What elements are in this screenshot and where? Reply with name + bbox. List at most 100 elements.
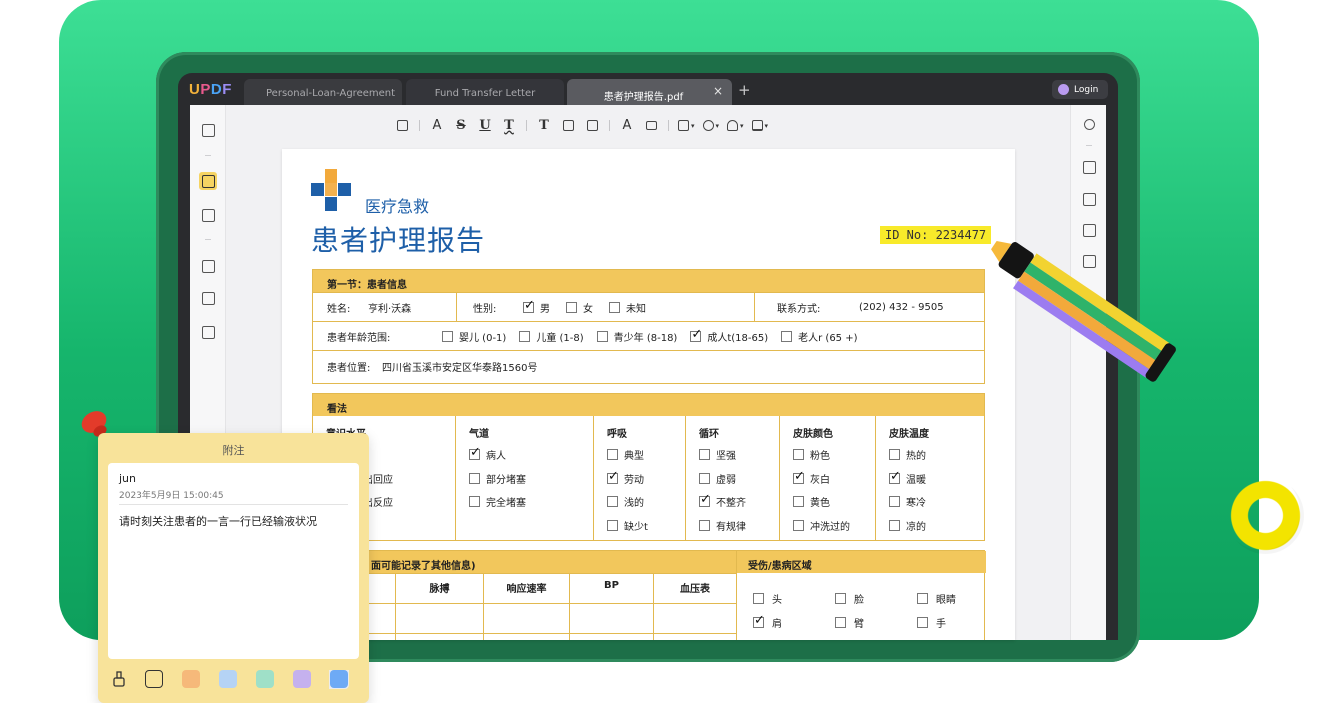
checkbox-option[interactable]: 凉的	[889, 518, 926, 533]
checkbox[interactable]	[699, 449, 710, 460]
checkbox-option[interactable]: 完全堵塞	[469, 494, 526, 509]
checkbox-option[interactable]: 肩	[753, 613, 782, 630]
text-callout-icon[interactable]	[580, 114, 604, 136]
brush-icon[interactable]	[112, 671, 126, 687]
reader-mode-icon[interactable]	[199, 121, 217, 139]
checkbox-option[interactable]: 婴儿 (0-1)	[442, 329, 506, 344]
checkbox-option[interactable]: 有规律	[699, 518, 746, 533]
checkbox[interactable]	[793, 519, 804, 531]
checkbox[interactable]	[469, 472, 480, 484]
tab-personal-loan[interactable]: Personal-Loan-Agreement	[244, 79, 402, 106]
checkbox-option[interactable]: 粉色	[793, 447, 830, 462]
swatch-orange[interactable]	[182, 670, 200, 688]
swatch-blue[interactable]	[330, 670, 348, 688]
strikethrough-icon[interactable]: S	[449, 114, 473, 136]
squiggly-icon[interactable]: T	[497, 114, 521, 136]
checkbox-option[interactable]: 儿童 (1-8)	[519, 329, 584, 344]
comment-mode-icon[interactable]	[199, 172, 217, 190]
checkbox-option[interactable]: 缺少t	[607, 518, 648, 533]
sticky-note[interactable]: 附注 jun 2023年5月9日 15:00:45 请时刻关注患者的一言一行已经…	[98, 433, 369, 703]
checkbox[interactable]	[523, 298, 535, 313]
checkbox[interactable]	[699, 492, 711, 507]
checkbox-option[interactable]: 坚强	[699, 447, 736, 462]
checkbox-option[interactable]: 热的	[889, 447, 926, 462]
checkbox-option[interactable]: 寒冷	[889, 494, 926, 509]
note-body[interactable]: jun 2023年5月9日 15:00:45 请时刻关注患者的一言一行已经输液状…	[108, 463, 359, 689]
checkbox[interactable]	[699, 472, 710, 484]
checkbox[interactable]	[607, 449, 618, 460]
checkbox-option[interactable]: 臂	[835, 615, 864, 630]
checkbox-option[interactable]: 成人t(18-65)	[690, 327, 768, 344]
textbox-icon[interactable]	[556, 114, 580, 136]
search-icon[interactable]	[1080, 115, 1098, 133]
swatch-mint[interactable]	[256, 670, 274, 688]
checkbox[interactable]	[753, 613, 765, 628]
checkbox-option[interactable]: 脸	[835, 591, 864, 606]
checkbox-option[interactable]: 灰白	[793, 469, 830, 486]
swatch-blue-light[interactable]	[219, 670, 237, 688]
checkbox-option[interactable]: 头	[753, 591, 782, 606]
highlight-icon[interactable]: A	[425, 114, 449, 136]
checkbox-option[interactable]: 病人	[469, 445, 506, 462]
checkbox-option[interactable]: 典型	[607, 447, 644, 462]
checkbox-option[interactable]: 老人r (65 +)	[781, 329, 858, 344]
checkbox-option[interactable]: 未知	[609, 300, 646, 315]
checkbox[interactable]	[917, 593, 928, 604]
shape-icon[interactable]: ▾	[674, 114, 699, 136]
checkbox[interactable]	[781, 330, 793, 342]
name-value[interactable]: 亨利·沃森	[368, 293, 411, 321]
checkbox-option[interactable]: 不整齐	[699, 492, 746, 509]
organize-pages-icon[interactable]	[199, 257, 217, 275]
pdfa-icon[interactable]	[1080, 190, 1098, 208]
note-text[interactable]: 请时刻关注患者的一言一行已经输液状况	[119, 513, 317, 529]
checkbox[interactable]	[753, 593, 764, 604]
checkbox[interactable]	[889, 469, 901, 484]
edit-pdf-icon[interactable]	[199, 206, 217, 224]
close-tab-icon[interactable]: ×	[713, 85, 723, 97]
checkbox[interactable]	[596, 330, 608, 342]
checkbox-option[interactable]: 虚弱	[699, 471, 736, 486]
text-icon[interactable]: T	[532, 114, 556, 136]
checkbox-option[interactable]: 劳动	[607, 469, 644, 486]
login-button[interactable]: Login	[1052, 80, 1108, 99]
checkbox[interactable]	[699, 519, 710, 531]
checkbox-option[interactable]: 眼睛	[917, 591, 956, 606]
checkbox-option[interactable]: 青少年 (8-18)	[596, 329, 677, 344]
checkbox[interactable]	[607, 519, 618, 531]
checkbox[interactable]	[442, 330, 453, 342]
checkbox-option[interactable]: 黄色	[793, 494, 830, 509]
contact-value[interactable]: (202) 432 - 9505	[859, 293, 944, 321]
checkbox[interactable]	[469, 496, 480, 507]
checkbox[interactable]	[793, 469, 805, 484]
checkbox[interactable]	[690, 327, 702, 342]
swatch-lavender[interactable]	[293, 670, 311, 688]
checkbox-option[interactable]: 部分堵塞	[469, 471, 526, 486]
checkbox-option[interactable]: 冲洗过的	[793, 518, 850, 533]
checkbox-option[interactable]: 女	[566, 300, 593, 315]
layers-icon[interactable]	[199, 323, 217, 341]
checkbox-option[interactable]: 浅的	[607, 494, 644, 509]
checkbox[interactable]	[889, 449, 900, 460]
checkbox[interactable]	[607, 496, 618, 507]
checkbox[interactable]	[835, 617, 846, 628]
checkbox[interactable]	[609, 301, 620, 313]
checkbox-option[interactable]: 男	[523, 298, 550, 315]
checkbox[interactable]	[793, 449, 804, 460]
checkbox[interactable]	[889, 496, 900, 507]
eraser-icon[interactable]	[639, 114, 663, 136]
checkbox[interactable]	[793, 496, 804, 507]
comment-icon[interactable]	[390, 114, 414, 136]
tab-patient-report[interactable]: 患者护理报告.pdf	[567, 79, 732, 106]
checkbox-option[interactable]: 手	[917, 615, 946, 630]
signature-icon[interactable]: ▾	[748, 114, 773, 136]
swatch-none[interactable]	[145, 670, 163, 688]
tab-fund-transfer[interactable]: Fund Transfer Letter	[406, 79, 564, 106]
checkbox[interactable]	[519, 330, 531, 342]
ocr-icon[interactable]	[1080, 158, 1098, 176]
checkbox[interactable]	[469, 445, 481, 460]
checkbox[interactable]	[889, 519, 900, 531]
checkbox-option[interactable]: 温暖	[889, 469, 926, 486]
pen-color-icon[interactable]: ▾	[699, 114, 724, 136]
checkbox[interactable]	[566, 301, 577, 313]
location-value[interactable]: 四川省玉溪市安定区华泰路1560号	[382, 351, 537, 381]
